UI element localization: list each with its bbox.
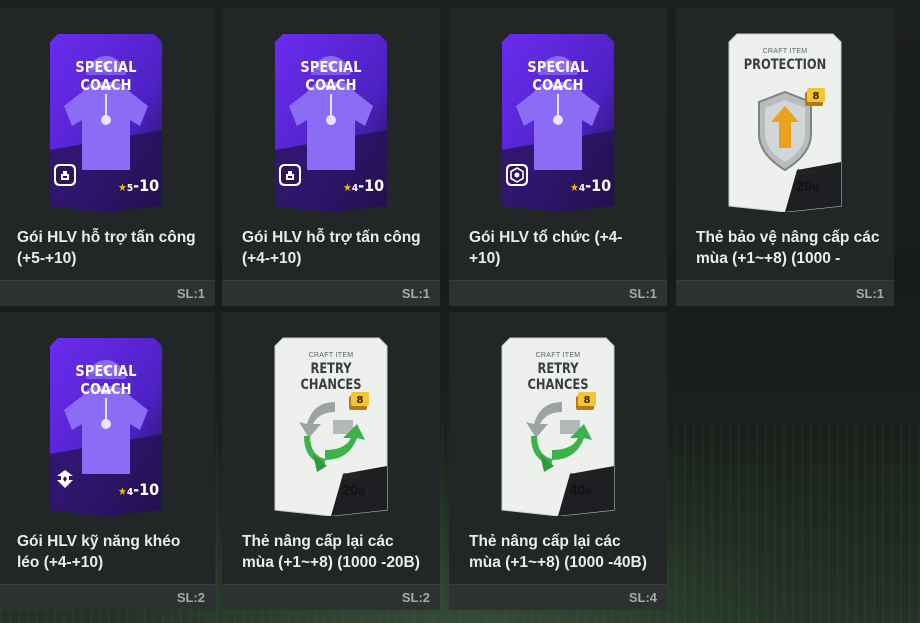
item-name: Gói HLV tổ chức (+4-+10) bbox=[469, 229, 623, 267]
item-tile[interactable]: 8 CRAFT ITEM RETRY CHANCES 1000~ 40B Thẻ… bbox=[449, 312, 667, 610]
special-coach-card: C SPECIAL COACH ★4-10 bbox=[500, 30, 616, 212]
item-name: Gói HLV hỗ trợ tấn công (+5-+10) bbox=[17, 229, 196, 267]
craft-subtitle: CRAFT ITEM bbox=[762, 48, 808, 55]
special-coach-card: C SPECIAL COACH ★4-10 bbox=[273, 30, 389, 212]
card-title: SPECIAL COACH bbox=[75, 58, 137, 94]
level-label: 8 bbox=[813, 91, 820, 102]
item-name: Gói HLV hỗ trợ tấn công (+4-+10) bbox=[242, 229, 421, 267]
item-name: Thẻ bảo vệ nâng cấp các mùa (+1~+8) (100… bbox=[696, 229, 880, 267]
craft-range: 1000~ bbox=[342, 472, 365, 481]
card-title: SPECIAL COACH bbox=[300, 58, 362, 94]
retry-chances-craft-card: 8 CRAFT ITEM RETRY CHANCES 1000~ 40B bbox=[500, 334, 616, 516]
special-coach-card: C SPECIAL COACH ★5-10 bbox=[48, 30, 164, 212]
organize-badge-icon bbox=[505, 163, 529, 187]
craft-amount: 40B bbox=[568, 482, 592, 499]
attack-badge-icon bbox=[278, 163, 302, 187]
item-quantity: SL:1 bbox=[855, 286, 884, 301]
craft-subtitle: CRAFT ITEM bbox=[308, 352, 354, 359]
item-footer: SL:4 bbox=[449, 584, 667, 610]
item-quantity: SL:1 bbox=[401, 286, 430, 301]
item-footer: SL:1 bbox=[0, 280, 215, 306]
item-quantity: SL:1 bbox=[628, 286, 657, 301]
item-tile[interactable]: C SPECIAL COACH ★5-10 Gói HLV hỗ trợ tấn… bbox=[0, 8, 215, 306]
card-title: RETRY CHANCES bbox=[527, 361, 589, 393]
craft-range: 1000~ bbox=[796, 168, 819, 177]
upgrade-range: ★4-10 bbox=[118, 480, 160, 499]
item-name: Thẻ nâng cấp lại các mùa (+1~+8) (1000 -… bbox=[242, 533, 420, 571]
card-title: SPECIAL COACH bbox=[527, 58, 589, 94]
card-title: SPECIAL COACH bbox=[75, 362, 137, 398]
item-tile[interactable]: 8 CRAFT ITEM PROTECTION 1000~ 20B Thẻ bả… bbox=[676, 8, 894, 306]
item-tile[interactable]: 8 CRAFT ITEM RETRY CHANCES 1000~ 20B Thẻ… bbox=[222, 312, 440, 610]
level-label: 8 bbox=[357, 395, 364, 406]
item-name: Thẻ nâng cấp lại các mùa (+1~+8) (1000 -… bbox=[469, 533, 647, 571]
skill-badge-icon bbox=[53, 467, 77, 491]
item-footer: SL:2 bbox=[222, 584, 440, 610]
item-footer: SL:1 bbox=[449, 280, 667, 306]
craft-amount: 20B bbox=[341, 482, 365, 499]
item-footer: SL:1 bbox=[222, 280, 440, 306]
upgrade-range: ★5-10 bbox=[118, 176, 160, 195]
card-title: RETRY CHANCES bbox=[300, 361, 362, 393]
item-quantity: SL:2 bbox=[401, 590, 430, 605]
item-footer: SL:1 bbox=[676, 280, 894, 306]
craft-subtitle: CRAFT ITEM bbox=[535, 352, 581, 359]
star-icon: ★ bbox=[118, 485, 127, 498]
special-coach-card: C SPECIAL COACH ★4-10 bbox=[48, 334, 164, 516]
star-icon: ★ bbox=[570, 181, 579, 194]
item-tile[interactable]: C SPECIAL COACH ★4-10 Gói HLV tổ chức (+… bbox=[449, 8, 667, 306]
inventory-grid: C SPECIAL COACH ★5-10 Gói HLV hỗ trợ tấn… bbox=[0, 0, 920, 623]
item-name: Gói HLV kỹ năng khéo léo (+4-+10) bbox=[17, 533, 181, 571]
upgrade-range: ★4-10 bbox=[570, 176, 612, 195]
item-tile[interactable]: C SPECIAL COACH ★4-10 Gói HLV kỹ năng kh… bbox=[0, 312, 215, 610]
craft-amount: 20B bbox=[795, 178, 819, 195]
level-label: 8 bbox=[584, 395, 591, 406]
star-icon: ★ bbox=[118, 181, 127, 194]
star-icon: ★ bbox=[343, 181, 352, 194]
protection-craft-card: 8 CRAFT ITEM PROTECTION 1000~ 20B bbox=[727, 30, 843, 212]
upgrade-range: ★4-10 bbox=[343, 176, 385, 195]
craft-range: 1000~ bbox=[569, 472, 592, 481]
item-quantity: SL:1 bbox=[176, 286, 205, 301]
item-tile[interactable]: C SPECIAL COACH ★4-10 Gói HLV hỗ trợ tấn… bbox=[222, 8, 440, 306]
item-quantity: SL:2 bbox=[176, 590, 205, 605]
item-quantity: SL:4 bbox=[628, 590, 657, 605]
retry-chances-craft-card: 8 CRAFT ITEM RETRY CHANCES 1000~ 20B bbox=[273, 334, 389, 516]
attack-badge-icon bbox=[53, 163, 77, 187]
card-title: PROTECTION bbox=[743, 57, 827, 73]
item-footer: SL:2 bbox=[0, 584, 215, 610]
